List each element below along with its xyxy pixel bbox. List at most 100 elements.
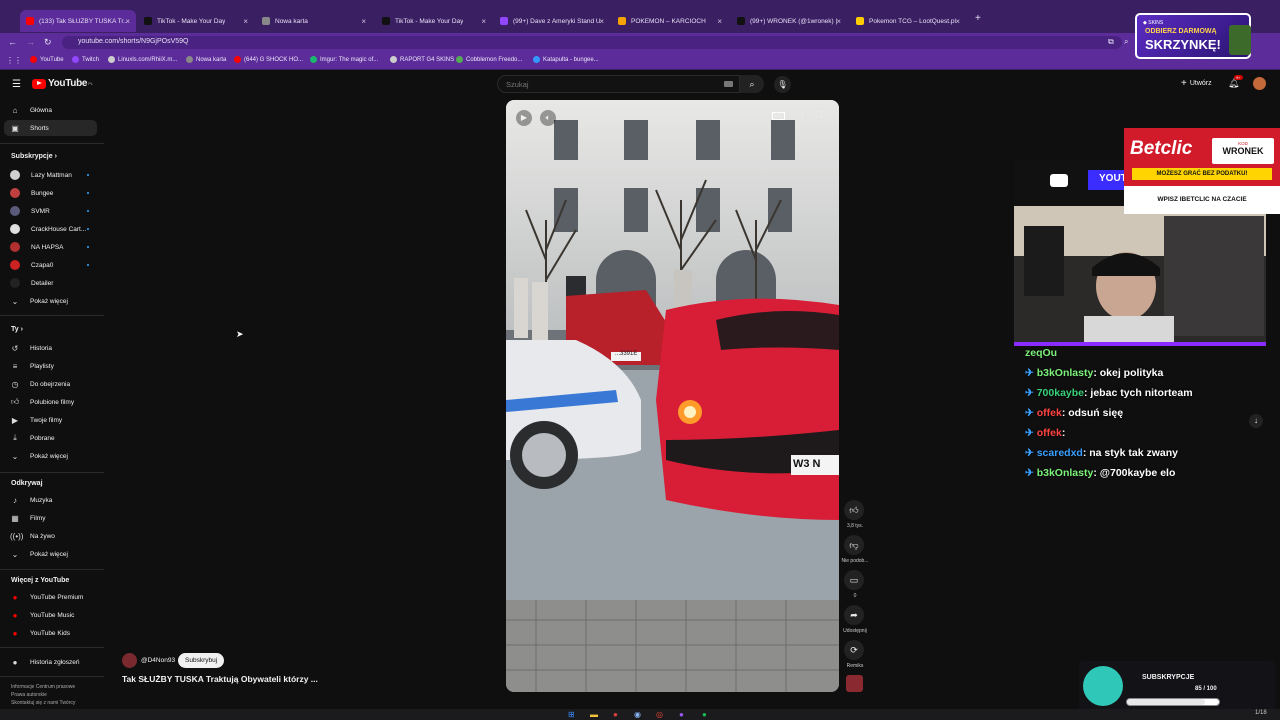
- bookmark-item[interactable]: Katapulta - bungee...: [533, 56, 599, 63]
- sidebar-item-shorts[interactable]: ▣ Shorts: [4, 120, 97, 136]
- sidebar-item-you[interactable]: ⌄ Pokaż więcej: [4, 448, 97, 464]
- bookmark-item[interactable]: Linuxls.com/RhiiX.m...: [108, 56, 177, 63]
- file-explorer-icon[interactable]: ▬: [590, 710, 598, 719]
- sidebar-item-you[interactable]: ↺ Historia: [4, 340, 97, 356]
- sidebar-item-report-history[interactable]: ● Historia zgłoszeń: [4, 654, 97, 670]
- sidebar-item-subscription[interactable]: Lazy Mattman: [4, 167, 97, 183]
- subscriptions-heading[interactable]: Subskrypcje ›: [11, 153, 57, 160]
- tab-close-icon[interactable]: ×: [599, 17, 604, 26]
- sidebar-footer-links[interactable]: Informacje Centrum prasowe: [11, 684, 75, 690]
- tab-close-icon[interactable]: ×: [243, 17, 248, 26]
- sidebar-item-subscription[interactable]: Czapa0: [4, 257, 97, 273]
- browser-tab[interactable]: (99+) Dave z Ameryki Stand Up ×: [494, 10, 610, 32]
- new-tab-button[interactable]: +: [975, 13, 981, 24]
- tab-close-icon[interactable]: ×: [717, 17, 722, 26]
- sidebar-item-explore[interactable]: ♪ Muzyka: [4, 492, 97, 508]
- you-heading[interactable]: Ty ›: [11, 326, 23, 333]
- channel-name[interactable]: @D4Non93: [141, 657, 175, 664]
- windows-start-icon[interactable]: ⊞: [568, 710, 575, 719]
- bookmark-favicon-icon: [30, 56, 37, 63]
- browser-tab[interactable]: (133) Tak SŁUŻBY TUSKA Tr... ×: [20, 10, 136, 32]
- subscribe-button[interactable]: Subskrybuj: [178, 653, 225, 668]
- bookmark-item[interactable]: Nowa karta: [186, 56, 226, 63]
- sidebar-divider: [0, 569, 104, 570]
- voice-search-button[interactable]: 🎙: [774, 76, 791, 93]
- menu-icon[interactable]: ☰: [12, 79, 21, 90]
- create-button[interactable]: + Utwórz: [1181, 78, 1212, 89]
- play-icon[interactable]: ▶: [516, 110, 532, 126]
- tab-close-icon[interactable]: ×: [361, 17, 366, 26]
- sidebar-item-explore[interactable]: ▦ Filmy: [4, 510, 97, 526]
- bookmark-item[interactable]: YouTube: [30, 56, 64, 63]
- browser-tab[interactable]: Nowa karta ×: [256, 10, 372, 32]
- bookmark-item[interactable]: RAPORT G4 SKINS: [390, 56, 454, 63]
- dislike-button[interactable]: 👎︎: [844, 535, 864, 555]
- chrome-icon[interactable]: ◎: [656, 710, 663, 719]
- reload-icon[interactable]: ↻: [44, 37, 52, 48]
- sidebar-show-more[interactable]: ⌄ Pokaż więcej: [4, 293, 97, 309]
- comments-button[interactable]: ▭: [844, 570, 864, 590]
- sidebar-item-explore[interactable]: ⌄ Pokaż więcej: [4, 546, 97, 562]
- notifications-button[interactable]: 🔔︎ 9+: [1228, 75, 1243, 89]
- download-icon: ⤓: [13, 433, 17, 442]
- app-icon[interactable]: ●: [613, 710, 618, 719]
- remix-button[interactable]: ⟳: [844, 640, 864, 660]
- spotify-icon[interactable]: ●: [702, 710, 707, 719]
- tab-favicon-icon: [856, 17, 864, 25]
- sound-thumbnail[interactable]: [846, 675, 863, 692]
- sidebar-item-subscription[interactable]: SVMR: [4, 203, 97, 219]
- install-icon[interactable]: ⧉: [1108, 37, 1114, 47]
- share-button[interactable]: ➦: [844, 605, 864, 625]
- bookmark-item[interactable]: Imgur: The magic of...: [310, 56, 378, 63]
- sidebar-item-you[interactable]: ≡ Playlisty: [4, 358, 97, 374]
- new-content-dot: [87, 264, 89, 266]
- channel-avatar[interactable]: [122, 653, 137, 668]
- tab-close-icon[interactable]: ×: [836, 17, 841, 26]
- bookmark-item[interactable]: Twitch: [72, 56, 99, 63]
- discord-icon[interactable]: ●: [679, 710, 684, 719]
- forward-icon[interactable]: →: [26, 37, 35, 47]
- back-icon[interactable]: ←: [8, 37, 17, 47]
- tab-close-icon[interactable]: ×: [125, 17, 130, 26]
- sidebar-item-youtube-product[interactable]: ● YouTube Kids: [4, 625, 97, 641]
- zoom-icon[interactable]: ⌕: [1124, 37, 1128, 47]
- sidebar-item-subscription[interactable]: NA HAPSA: [4, 239, 97, 255]
- browser-tab[interactable]: TikTok - Make Your Day ×: [138, 10, 254, 32]
- like-button[interactable]: 👍︎: [844, 500, 864, 520]
- search-input[interactable]: Szukaj: [497, 75, 740, 93]
- browser-tab[interactable]: TikTok - Make Your Day ×: [376, 10, 492, 32]
- sidebar-item-explore[interactable]: ((•)) Na żywo: [4, 528, 97, 544]
- sidebar-item-you[interactable]: 👍︎ Polubione filmy: [4, 394, 97, 410]
- url-input[interactable]: youtube.com/shorts/N9GjPOsV59Q: [62, 36, 1122, 49]
- sidebar-item-home[interactable]: ⌂ Główna: [4, 102, 97, 118]
- more-options-icon[interactable]: ⋮: [798, 110, 807, 121]
- short-video-player[interactable]: ...3391E W3 N ▶ 🔈︎ CC ⋮ ⛶: [506, 100, 839, 692]
- captions-icon[interactable]: CC: [772, 112, 785, 120]
- keyboard-icon[interactable]: [724, 81, 733, 87]
- sidebar-footer-links[interactable]: Skontaktuj się z nami Twórcy: [11, 700, 75, 706]
- sidebar-footer-links[interactable]: Prawa autorskie: [11, 692, 47, 698]
- browser-tab[interactable]: Pokemon TCG – LootQuest.pl ×: [850, 10, 966, 32]
- sidebar-item-you[interactable]: ▶ Twoje filmy: [4, 412, 97, 428]
- steam-icon[interactable]: ◉: [634, 710, 641, 719]
- sidebar-item-youtube-product[interactable]: ● YouTube Music: [4, 607, 97, 623]
- sidebar-item-you[interactable]: ⤓ Pobrane: [4, 430, 97, 446]
- volume-icon[interactable]: 🔈︎: [540, 110, 556, 126]
- tab-close-icon[interactable]: ×: [481, 17, 486, 26]
- avatar[interactable]: [1253, 77, 1266, 90]
- tab-close-icon[interactable]: ×: [955, 17, 960, 26]
- sidebar-item-subscription[interactable]: Detailer: [4, 275, 97, 291]
- search-button[interactable]: ⌕: [740, 75, 764, 93]
- next-short-button[interactable]: ↓: [1249, 414, 1263, 428]
- sidebar-item-youtube-product[interactable]: ● YouTube Premium: [4, 589, 97, 605]
- fullscreen-icon[interactable]: ⛶: [816, 110, 822, 120]
- sidebar-item-subscription[interactable]: Bungee: [4, 185, 97, 201]
- browser-tab[interactable]: (99+) WRONEK (@1wronek) | Ti...×: [731, 10, 847, 32]
- youtube-logo[interactable]: YouTube PL: [32, 78, 93, 89]
- sidebar-item-you[interactable]: ◷ Do obejrzenia: [4, 376, 97, 392]
- browser-tab[interactable]: POKEMON – KARCIOCH ×: [612, 10, 728, 32]
- bookmark-item[interactable]: Cobblemon Freedo...: [456, 56, 522, 63]
- sidebar-item-subscription[interactable]: CrackHouse Cart...: [4, 221, 97, 237]
- apps-grid-icon[interactable]: ⋮⋮: [6, 56, 22, 65]
- bookmark-item[interactable]: (644) G SHOCK HO...: [234, 56, 303, 63]
